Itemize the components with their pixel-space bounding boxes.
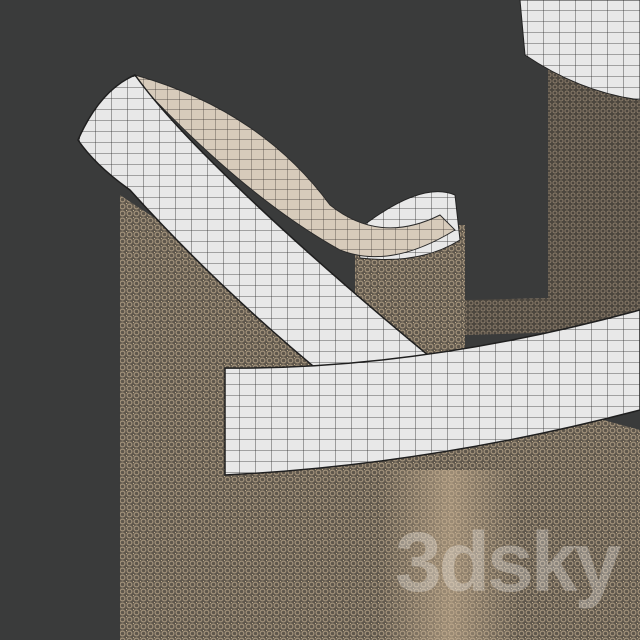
back-right-column xyxy=(519,0,640,320)
render-scene: 3dsky xyxy=(0,0,640,640)
watermark-logo: 3dsky xyxy=(395,515,621,609)
